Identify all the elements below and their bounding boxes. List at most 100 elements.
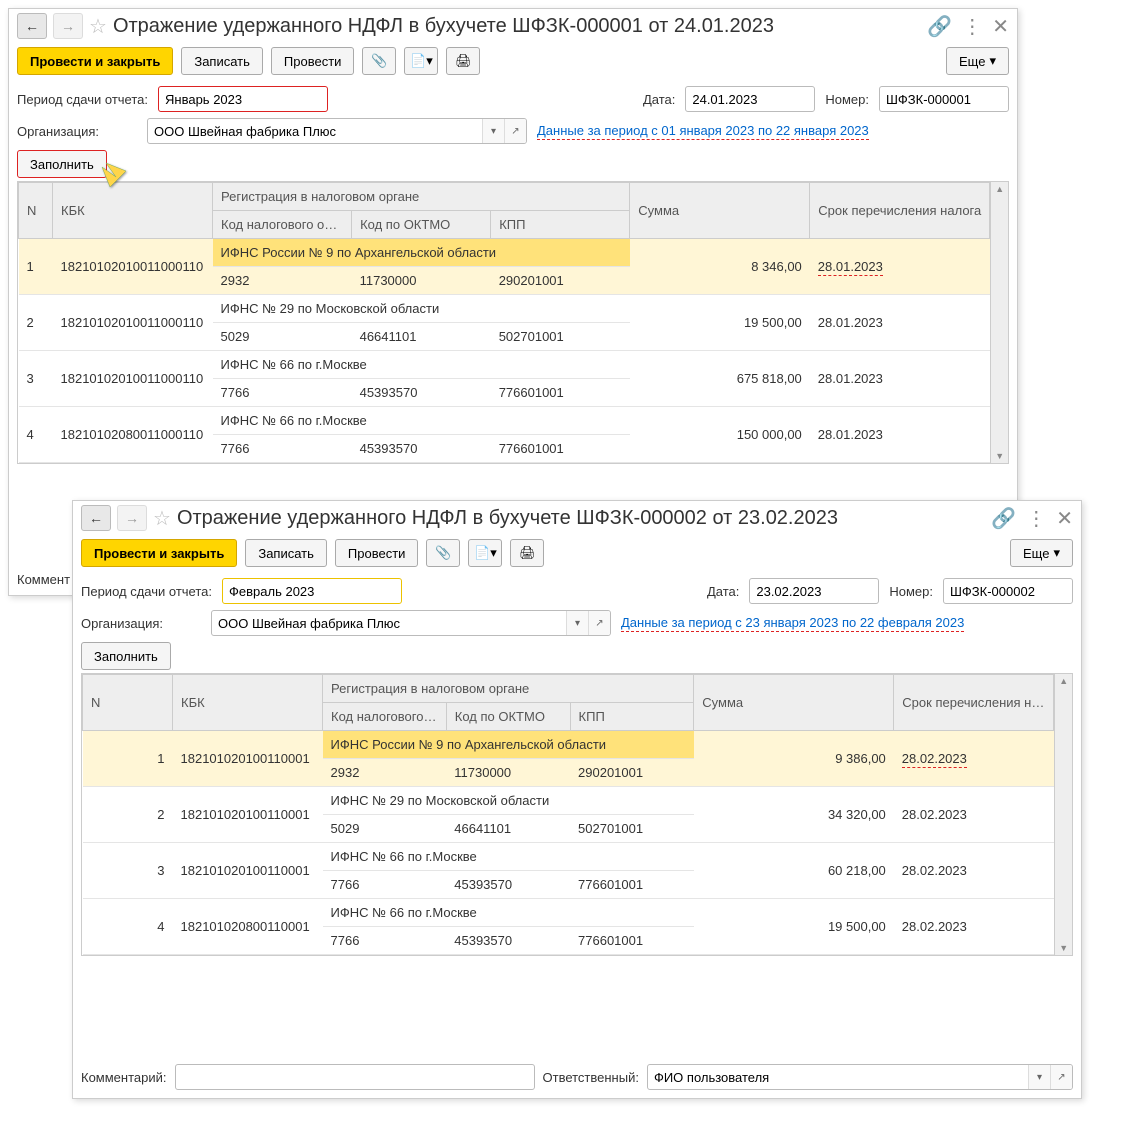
col-reg[interactable]: Регистрация в налоговом органе (213, 183, 630, 211)
favorite-icon[interactable]: ☆ (153, 506, 171, 531)
col-taxcode[interactable]: Код налогового органа (213, 211, 352, 239)
col-sum[interactable]: Сумма (630, 183, 810, 239)
col-reg[interactable]: Регистрация в налоговом органе (323, 675, 694, 703)
cell-kpp: 776601001 (491, 379, 630, 407)
cursor-pointer-icon (96, 157, 136, 204)
col-sum[interactable]: Сумма (694, 675, 894, 731)
date-input-group[interactable]: 📅 (685, 86, 815, 112)
link-icon[interactable]: 🔗 (927, 14, 952, 39)
col-kpp[interactable]: КПП (570, 703, 694, 731)
org-input[interactable] (148, 119, 482, 143)
date-input-group[interactable]: 📅 (749, 578, 879, 604)
cell-sum: 675 818,00 (630, 351, 810, 407)
dropdown-icon[interactable]: ▾ (566, 611, 588, 635)
cell-taxcode: 5029 (323, 815, 447, 843)
cell-oktmo: 11730000 (446, 759, 570, 787)
link-icon[interactable]: 🔗 (991, 506, 1016, 531)
org-input-group[interactable]: ▾ ↗ (211, 610, 611, 636)
col-oktmo[interactable]: Код по ОКТМО (446, 703, 570, 731)
back-button[interactable]: ← (17, 13, 47, 39)
col-kpp[interactable]: КПП (491, 211, 630, 239)
open-icon[interactable]: ↗ (504, 119, 526, 143)
forward-button[interactable]: → (53, 13, 83, 39)
write-button[interactable]: Записать (245, 539, 327, 567)
org-input[interactable] (212, 611, 566, 635)
col-taxcode[interactable]: Код налогового органа (323, 703, 447, 731)
period-input-group[interactable]: 📅 ▲▼ (158, 86, 328, 112)
print-icon[interactable]: 🖨 (510, 539, 544, 567)
write-button[interactable]: Записать (181, 47, 263, 75)
period-input-group[interactable]: 📅 ▲▼ (222, 578, 402, 604)
cell-deadline: 28.02.2023 (894, 731, 1054, 787)
number-label: Номер: (889, 584, 933, 599)
page-title: Отражение удержанного НДФЛ в бухучете ШФ… (113, 15, 921, 38)
col-deadline[interactable]: Срок перечисления налога (810, 183, 990, 239)
close-icon[interactable]: ✕ (1056, 506, 1073, 531)
dropdown-icon[interactable]: ▾ (1028, 1065, 1050, 1089)
close-icon[interactable]: ✕ (992, 14, 1009, 39)
cell-taxcode: 7766 (323, 871, 447, 899)
period-link[interactable]: Данные за период с 23 января 2023 по 22 … (621, 615, 964, 632)
responsible-input[interactable] (648, 1065, 1028, 1089)
period-input[interactable] (223, 579, 402, 603)
col-n[interactable]: N (83, 675, 173, 731)
kebab-menu-icon[interactable]: ⋮ (962, 14, 982, 39)
cell-kbk: 18210102080011000110 (53, 407, 213, 463)
data-grid: N КБК Регистрация в налоговом органе Сум… (81, 673, 1073, 956)
col-n[interactable]: N (19, 183, 53, 239)
table-row[interactable]: 418210102080011000110ИФНС № 66 по г.Моск… (19, 407, 990, 435)
comment-label: Коммент (17, 572, 70, 587)
table-row[interactable]: 3182101020100110001ИФНС № 66 по г.Москве… (83, 843, 1054, 871)
post-button[interactable]: Провести (271, 47, 355, 75)
kebab-menu-icon[interactable]: ⋮ (1026, 506, 1046, 531)
table-row[interactable]: 2182101020100110001ИФНС № 29 по Московск… (83, 787, 1054, 815)
table-row[interactable]: 1182101020100110001ИФНС России № 9 по Ар… (83, 731, 1054, 759)
col-deadline[interactable]: Срок перечисления налога (894, 675, 1054, 731)
fill-button[interactable]: Заполнить (17, 150, 107, 178)
print-icon[interactable]: 🖨 (446, 47, 480, 75)
cell-n: 1 (19, 239, 53, 295)
comment-label: Комментарий: (81, 1070, 167, 1085)
cell-reg: ИФНС № 66 по г.Москве (213, 407, 630, 435)
create-based-on-icon[interactable]: 📄▾ (404, 47, 438, 75)
page-title: Отражение удержанного НДФЛ в бухучете ШФ… (177, 507, 985, 530)
post-and-close-button[interactable]: Провести и закрыть (17, 47, 173, 75)
fill-button[interactable]: Заполнить (81, 642, 171, 670)
document-window-2: ← → ☆ Отражение удержанного НДФЛ в бухуч… (72, 500, 1082, 1099)
attach-icon[interactable]: 📎 (426, 539, 460, 567)
org-input-group[interactable]: ▾ ↗ (147, 118, 527, 144)
cell-reg: ИФНС № 29 по Московской области (213, 295, 630, 323)
post-and-close-button[interactable]: Провести и закрыть (81, 539, 237, 567)
post-button[interactable]: Провести (335, 539, 419, 567)
number-input[interactable] (944, 579, 1073, 603)
create-based-on-icon[interactable]: 📄▾ (468, 539, 502, 567)
period-input[interactable] (159, 87, 328, 111)
table-row[interactable]: 118210102010011000110ИФНС России № 9 по … (19, 239, 990, 267)
open-icon[interactable]: ↗ (588, 611, 610, 635)
responsible-input-group[interactable]: ▾ ↗ (647, 1064, 1073, 1090)
more-button[interactable]: Еще ▾ (1010, 539, 1073, 567)
comment-input-group[interactable] (175, 1064, 535, 1090)
col-kbk[interactable]: КБК (173, 675, 323, 731)
table-row[interactable]: 4182101020800110001ИФНС № 66 по г.Москве… (83, 899, 1054, 927)
vertical-scrollbar[interactable]: ▲▼ (990, 182, 1008, 463)
comment-input[interactable] (176, 1065, 534, 1089)
open-icon[interactable]: ↗ (1050, 1065, 1072, 1089)
date-input[interactable] (686, 87, 815, 111)
number-input[interactable] (880, 87, 1009, 111)
org-label: Организация: (81, 616, 201, 631)
table-row[interactable]: 218210102010011000110ИФНС № 29 по Москов… (19, 295, 990, 323)
number-input-group (943, 578, 1073, 604)
table-row[interactable]: 318210102010011000110ИФНС № 66 по г.Моск… (19, 351, 990, 379)
col-oktmo[interactable]: Код по ОКТМО (352, 211, 491, 239)
forward-button[interactable]: → (117, 505, 147, 531)
period-link[interactable]: Данные за период с 01 января 2023 по 22 … (537, 123, 869, 140)
dropdown-icon[interactable]: ▾ (482, 119, 504, 143)
date-input[interactable] (750, 579, 879, 603)
favorite-icon[interactable]: ☆ (89, 14, 107, 39)
more-button[interactable]: Еще ▾ (946, 47, 1009, 75)
attach-icon[interactable]: 📎 (362, 47, 396, 75)
back-button[interactable]: ← (81, 505, 111, 531)
vertical-scrollbar[interactable]: ▲▼ (1054, 674, 1072, 955)
cell-deadline: 28.01.2023 (810, 351, 990, 407)
